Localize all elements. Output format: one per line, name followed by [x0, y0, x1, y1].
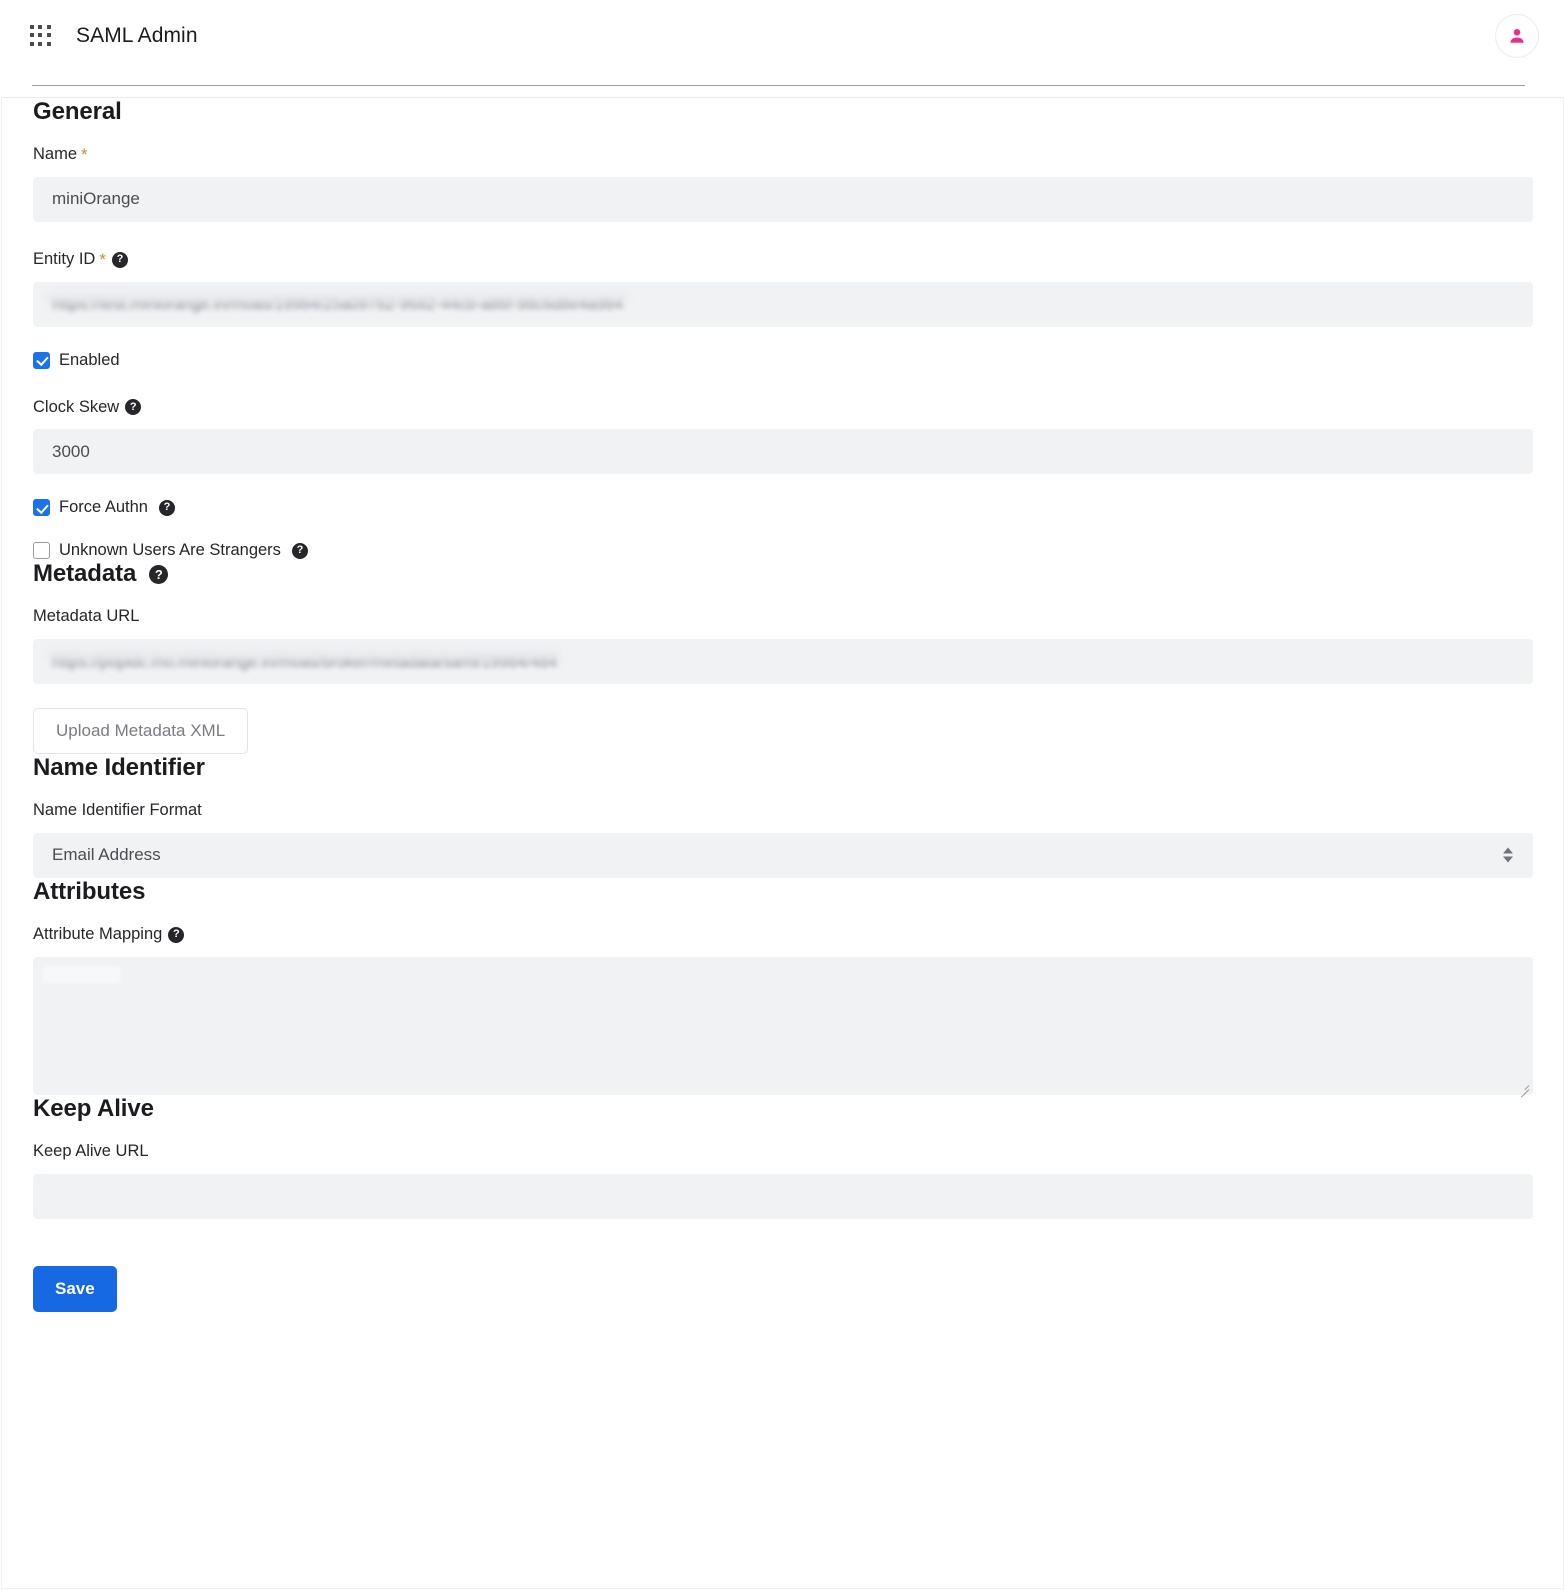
- name-label-text: Name: [33, 145, 78, 163]
- section-title-keep-alive: Keep Alive: [33, 1094, 154, 1122]
- force-authn-checkbox-row[interactable]: Force Authn ?: [33, 498, 1533, 517]
- grid-dot: [46, 41, 51, 46]
- attribute-mapping-label: Attribute Mapping ?: [33, 925, 1533, 945]
- grid-dot: [46, 25, 51, 29]
- name-identifier-format-select-wrap: [33, 832, 1533, 878]
- clock-skew-label: Clock Skew ?: [33, 398, 1533, 418]
- upload-metadata-row: Upload Metadata XML: [33, 708, 1533, 755]
- section-title-metadata-text: Metadata: [33, 560, 137, 588]
- entity-id-value: https://test.miniorange.in/moas/19984/25…: [52, 296, 624, 314]
- metadata-url-label: Metadata URL: [33, 607, 1533, 627]
- keep-alive-url-label: Keep Alive URL: [33, 1142, 1533, 1162]
- metadata-url-label-text: Metadata URL: [33, 607, 140, 626]
- unknown-users-checkbox-row[interactable]: Unknown Users Are Strangers ?: [33, 541, 1533, 560]
- secondary-bar-rule: [32, 85, 1525, 86]
- section-title-name-identifier: Name Identifier: [33, 754, 205, 782]
- panel-bottom-divider: [2, 1588, 1563, 1589]
- app-header: SAML Admin: [0, 0, 1565, 72]
- keep-alive-url-input[interactable]: [33, 1173, 1533, 1219]
- metadata-url-value: https://popidc.mo.miniorange.in/moas/bro…: [52, 653, 558, 671]
- help-circle-icon[interactable]: ?: [125, 399, 142, 416]
- unknown-users-checkbox[interactable]: [33, 542, 50, 560]
- name-identifier-format-select[interactable]: [33, 832, 1533, 878]
- saml-admin-page: SAML Admin General Name * Entity ID * ? …: [0, 0, 1565, 1590]
- attribute-mapping-label-text: Attribute Mapping: [33, 924, 163, 943]
- secondary-bar: [2, 72, 1563, 98]
- clock-skew-input[interactable]: [33, 429, 1533, 475]
- entity-id-input[interactable]: https://test.miniorange.in/moas/19984/25…: [33, 281, 1533, 327]
- name-input[interactable]: [33, 176, 1533, 222]
- required-marker: *: [99, 250, 106, 270]
- name-identifier-format-label-text: Name Identifier Format: [33, 801, 202, 820]
- grid-dot: [30, 41, 34, 46]
- saml-config-form: General Name * Entity ID * ? https://tes…: [1, 98, 1564, 1589]
- entity-id-label-text: Entity ID: [33, 249, 96, 268]
- app-title: SAML Admin: [76, 24, 198, 47]
- help-circle-icon[interactable]: ?: [291, 542, 308, 559]
- name-label: Name *: [33, 145, 1533, 165]
- section-title-metadata: Metadata ?: [33, 560, 1533, 588]
- help-circle-icon[interactable]: ?: [168, 926, 185, 943]
- grid-dot: [38, 41, 43, 46]
- apps-grid-icon[interactable]: [30, 25, 52, 47]
- force-authn-checkbox[interactable]: [33, 499, 50, 517]
- metadata-url-input[interactable]: https://popidc.mo.miniorange.in/moas/bro…: [33, 639, 1533, 685]
- form-actions: Save: [33, 1265, 1533, 1312]
- grid-dot: [38, 25, 43, 29]
- force-authn-label[interactable]: Force Authn: [59, 498, 148, 517]
- help-circle-icon[interactable]: ?: [158, 499, 175, 516]
- section-title-attributes: Attributes: [33, 877, 146, 905]
- user-avatar-icon: [1510, 29, 1524, 43]
- enabled-label[interactable]: Enabled: [59, 351, 120, 370]
- avatar[interactable]: [1495, 14, 1539, 58]
- grid-dot: [30, 33, 34, 38]
- grid-dot: [30, 25, 34, 29]
- section-title-general: General: [33, 98, 122, 125]
- attribute-mapping-textarea[interactable]: [33, 956, 1533, 1095]
- help-circle-icon[interactable]: ?: [149, 564, 169, 584]
- enabled-checkbox-row[interactable]: Enabled: [33, 351, 1533, 370]
- unknown-users-label[interactable]: Unknown Users Are Strangers: [59, 541, 281, 560]
- upload-metadata-xml-button[interactable]: Upload Metadata XML: [33, 708, 249, 755]
- required-marker: *: [81, 145, 88, 165]
- save-button[interactable]: Save: [33, 1265, 117, 1312]
- keep-alive-url-label-text: Keep Alive URL: [33, 1141, 149, 1160]
- name-identifier-format-label: Name Identifier Format: [33, 801, 1533, 821]
- grid-dot: [46, 33, 51, 38]
- entity-id-label: Entity ID * ?: [33, 250, 1533, 270]
- clock-skew-label-text: Clock Skew: [33, 397, 120, 416]
- attribute-mapping-textarea-wrap: [33, 956, 1533, 1095]
- grid-dot: [38, 33, 43, 38]
- enabled-checkbox[interactable]: [33, 351, 50, 369]
- help-circle-icon[interactable]: ?: [111, 251, 128, 268]
